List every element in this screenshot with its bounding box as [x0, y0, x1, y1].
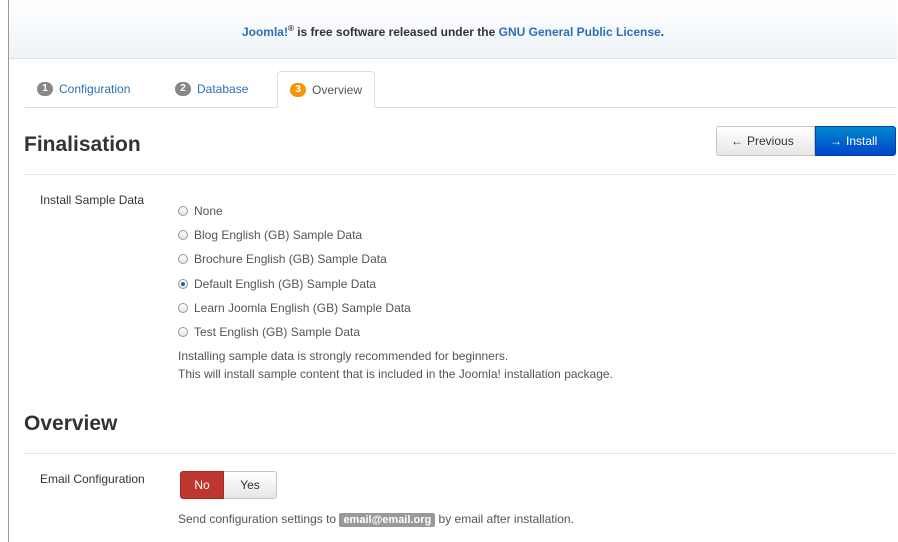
- nav-buttons: ← Previous → Install: [716, 126, 896, 156]
- help-line: Installing sample data is strongly recom…: [178, 349, 509, 363]
- install-button[interactable]: → Install: [815, 126, 896, 156]
- tab-label: Configuration: [59, 81, 131, 96]
- email-config-help: Send configuration settings to email@ema…: [178, 512, 574, 527]
- radio-button[interactable]: [178, 327, 188, 338]
- radio-label[interactable]: Learn Joomla English (GB) Sample Data: [194, 301, 411, 315]
- radio-label[interactable]: Test English (GB) Sample Data: [194, 325, 360, 339]
- radio-option[interactable]: Brochure English (GB) Sample Data: [178, 247, 411, 271]
- previous-button[interactable]: ← Previous: [716, 126, 815, 156]
- gpl-link[interactable]: GNU General Public License: [499, 25, 661, 39]
- finalisation-heading: Finalisation: [24, 133, 141, 156]
- sample-data-radio-group: None Blog English (GB) Sample Data Broch…: [178, 199, 411, 344]
- email-config-toggle: No Yes: [180, 471, 277, 499]
- tab-configuration[interactable]: 1 Configuration: [25, 71, 142, 106]
- radio-option[interactable]: None: [178, 199, 411, 223]
- divider: [24, 174, 896, 175]
- radio-label[interactable]: Blog English (GB) Sample Data: [194, 228, 362, 242]
- radio-label[interactable]: Brochure English (GB) Sample Data: [194, 252, 387, 266]
- arrow-right-icon: →: [830, 134, 842, 148]
- email-configuration-label: Email Configuration: [40, 472, 145, 486]
- send-prefix: Send configuration settings to: [178, 512, 340, 526]
- previous-label: Previous: [747, 134, 794, 148]
- radio-option[interactable]: Default English (GB) Sample Data: [178, 272, 411, 296]
- step-badge: 3: [290, 82, 306, 97]
- divider: [24, 453, 896, 454]
- step-badge: 2: [175, 81, 191, 96]
- send-suffix: by email after installation.: [435, 512, 574, 526]
- email-address-badge: email@email.org: [339, 513, 436, 527]
- radio-option[interactable]: Blog English (GB) Sample Data: [178, 223, 411, 247]
- installer-tabs: 1 Configuration 2 Database 3 Overview: [25, 71, 897, 108]
- help-line: This will install sample content that is…: [178, 367, 613, 381]
- license-bar: Joomla!® is free software released under…: [9, 0, 897, 59]
- tab-label: Database: [197, 81, 249, 96]
- install-sample-data-label: Install Sample Data: [40, 193, 145, 207]
- arrow-left-icon: ←: [731, 134, 743, 148]
- radio-button[interactable]: [178, 206, 188, 217]
- yes-button[interactable]: Yes: [224, 471, 277, 499]
- radio-option[interactable]: Learn Joomla English (GB) Sample Data: [178, 296, 411, 320]
- radio-label[interactable]: None: [194, 204, 223, 218]
- radio-label[interactable]: Default English (GB) Sample Data: [194, 277, 376, 291]
- license-text: is free software released under the: [293, 25, 499, 39]
- license-end: .: [660, 25, 665, 39]
- radio-button[interactable]: [178, 302, 188, 313]
- overview-heading: Overview: [24, 412, 118, 435]
- radio-button[interactable]: [178, 254, 188, 265]
- tab-database[interactable]: 2 Database: [163, 71, 260, 106]
- no-button[interactable]: No: [180, 471, 224, 499]
- tab-label: Overview: [312, 82, 363, 97]
- tab-overview[interactable]: 3 Overview: [277, 71, 376, 108]
- install-label: Install: [846, 134, 878, 148]
- radio-button[interactable]: [178, 230, 188, 241]
- radio-button-checked[interactable]: [178, 278, 188, 289]
- radio-option[interactable]: Test English (GB) Sample Data: [178, 320, 411, 344]
- sample-data-help: Installing sample data is strongly recom…: [178, 347, 613, 383]
- joomla-brand: Joomla!: [241, 25, 288, 39]
- step-badge: 1: [37, 81, 53, 96]
